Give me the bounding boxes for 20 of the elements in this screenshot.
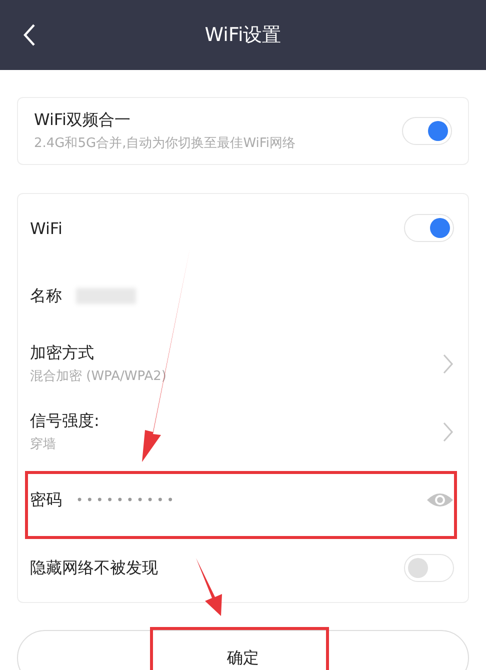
toggle-switch[interactable]: [404, 554, 454, 582]
toggle-switch[interactable]: [404, 214, 454, 242]
setting-label: 信号强度:: [30, 411, 100, 432]
eye-icon[interactable]: [426, 491, 454, 509]
setting-label: WiFi: [30, 218, 62, 238]
page-title: WiFi设置: [204, 23, 282, 48]
setting-label: 加密方式: [30, 343, 95, 364]
setting-value: 穿墙: [30, 436, 57, 453]
chevron-right-icon[interactable]: [442, 421, 454, 443]
setting-description: 2.4G和5G合并,自动为你切换至最佳WiFi网络: [34, 135, 296, 152]
setting-label: WiFi双频合一: [34, 110, 132, 131]
setting-label: 名称: [30, 286, 62, 306]
setting-label: 隐藏网络不被发现: [30, 558, 158, 578]
back-button[interactable]: [22, 23, 36, 47]
confirm-button[interactable]: 确定: [17, 630, 469, 670]
back-icon: [22, 23, 36, 47]
annotation-arrow: [196, 558, 222, 616]
toggle-switch[interactable]: [402, 117, 452, 145]
setting-label: 密码: [30, 490, 62, 510]
chevron-right-icon[interactable]: [442, 353, 454, 375]
